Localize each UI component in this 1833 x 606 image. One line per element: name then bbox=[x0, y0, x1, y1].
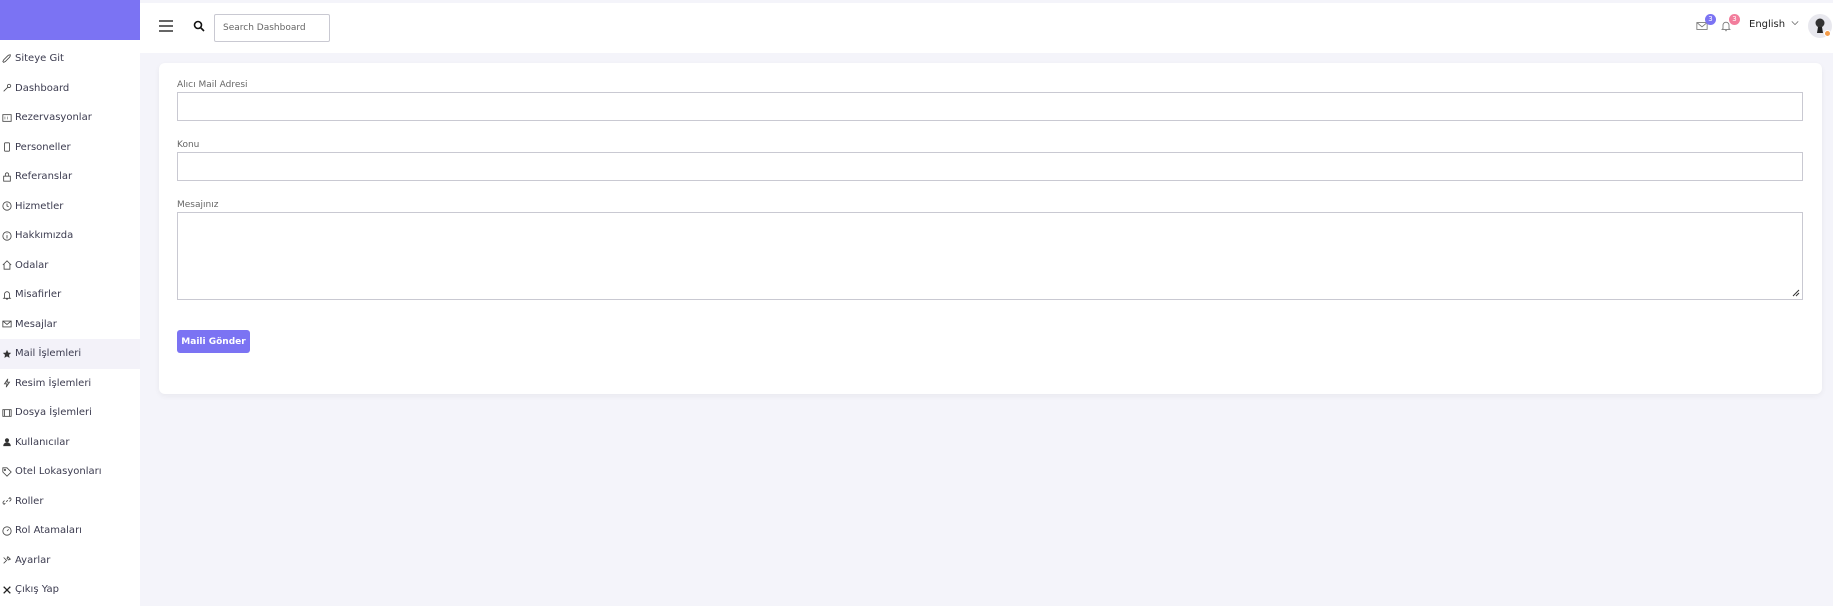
topbar: 3 3 English bbox=[140, 3, 1833, 53]
bolt-icon bbox=[1, 377, 13, 389]
sidebar-item-kullanicilar[interactable]: Kullanıcılar bbox=[0, 428, 140, 458]
message-label: Mesajınız bbox=[177, 200, 219, 210]
clock-icon bbox=[1, 200, 13, 212]
sidebar-nav: Siteye Git Dashboard Rezervasyonlar Pers… bbox=[0, 40, 140, 605]
sidebar-item-label: Mesajlar bbox=[15, 318, 57, 330]
recipient-email-input[interactable] bbox=[177, 92, 1803, 121]
sidebar-item-label: Resim İşlemleri bbox=[15, 377, 92, 389]
sidebar-item-label: Odalar bbox=[15, 259, 49, 271]
home-icon bbox=[1, 259, 13, 271]
sidebar-item-label: Mail İşlemleri bbox=[15, 348, 82, 360]
language-label: English bbox=[1749, 19, 1786, 30]
sidebar-item-odalar[interactable]: Odalar bbox=[0, 251, 140, 281]
link-icon bbox=[1, 495, 13, 507]
sidebar-item-label: Referanslar bbox=[15, 171, 73, 183]
sidebar-item-siteye-git[interactable]: Siteye Git bbox=[0, 44, 140, 74]
info-icon bbox=[1, 230, 13, 242]
message-textarea[interactable] bbox=[177, 212, 1803, 300]
sidebar-item-label: Hakkımızda bbox=[15, 230, 74, 242]
sidebar-item-dosya-islemleri[interactable]: Dosya İşlemleri bbox=[0, 398, 140, 428]
phone-icon bbox=[1, 141, 13, 153]
subject-label: Konu bbox=[177, 140, 200, 150]
sidebar-item-label: Misafirler bbox=[15, 289, 62, 301]
close-icon bbox=[1, 584, 13, 596]
sidebar-item-label: Siteye Git bbox=[15, 53, 64, 65]
lock-icon bbox=[1, 171, 13, 183]
gauge-icon bbox=[1, 525, 13, 537]
star-icon bbox=[1, 348, 13, 360]
bell-icon bbox=[1720, 21, 1732, 35]
sidebar-item-hakkimizda[interactable]: Hakkımızda bbox=[0, 221, 140, 251]
sidebar-logo[interactable] bbox=[0, 0, 140, 40]
sidebar-item-label: Dashboard bbox=[15, 82, 70, 94]
sidebar-item-label: Roller bbox=[15, 495, 44, 507]
sidebar-item-label: Ayarlar bbox=[15, 554, 51, 566]
sidebar-item-ayarlar[interactable]: Ayarlar bbox=[0, 546, 140, 576]
film-icon bbox=[1, 407, 13, 419]
sidebar-item-referanslar[interactable]: Referanslar bbox=[0, 162, 140, 192]
recipient-label: Alıcı Mail Adresi bbox=[177, 80, 248, 90]
sidebar-item-otel-lokasyonlari[interactable]: Otel Lokasyonları bbox=[0, 457, 140, 487]
sidebar-item-rol-atamalari[interactable]: Rol Atamaları bbox=[0, 516, 140, 546]
envelope-icon bbox=[1696, 22, 1708, 35]
sidebar-item-mesajlar[interactable]: Mesajlar bbox=[0, 310, 140, 340]
status-indicator bbox=[1824, 30, 1831, 37]
sidebar-item-label: Kullanıcılar bbox=[15, 436, 70, 448]
sidebar-item-label: Çıkış Yap bbox=[15, 584, 59, 596]
sidebar-item-dashboard[interactable]: Dashboard bbox=[0, 74, 140, 104]
wrench-icon bbox=[1, 554, 13, 566]
mail-form-card: Alıcı Mail Adresi Konu Mesajınız Maili G… bbox=[159, 63, 1822, 394]
notification-button[interactable]: 3 bbox=[1720, 14, 1740, 35]
mail-icon bbox=[1, 318, 13, 330]
user-icon bbox=[1, 436, 13, 448]
calendar-icon bbox=[1, 112, 13, 124]
sidebar-item-cikis-yap[interactable]: Çıkış Yap bbox=[0, 575, 140, 605]
sidebar-item-label: Rezervasyonlar bbox=[15, 112, 92, 124]
search-input[interactable] bbox=[214, 14, 330, 42]
sidebar-item-rezervasyonlar[interactable]: Rezervasyonlar bbox=[0, 103, 140, 133]
sidebar-item-resim-islemleri[interactable]: Resim İşlemleri bbox=[0, 369, 140, 399]
sidebar: Siteye Git Dashboard Rezervasyonlar Pers… bbox=[0, 0, 140, 606]
sidebar-item-label: Personeller bbox=[15, 141, 71, 153]
sidebar-item-label: Hizmetler bbox=[15, 200, 64, 212]
resize-handle-icon[interactable] bbox=[1792, 289, 1800, 297]
sidebar-item-personeller[interactable]: Personeller bbox=[0, 133, 140, 163]
chevron-down-icon bbox=[1791, 19, 1799, 30]
sidebar-item-label: Otel Lokasyonları bbox=[15, 466, 102, 478]
send-mail-button[interactable]: Maili Gönder bbox=[177, 330, 250, 353]
tools-icon bbox=[1, 82, 13, 94]
search-icon[interactable] bbox=[193, 20, 205, 32]
sidebar-item-label: Rol Atamaları bbox=[15, 525, 82, 537]
sidebar-item-roller[interactable]: Roller bbox=[0, 487, 140, 517]
subject-input[interactable] bbox=[177, 152, 1803, 181]
hamburger-menu-icon[interactable] bbox=[158, 18, 174, 34]
sidebar-item-hizmetler[interactable]: Hizmetler bbox=[0, 192, 140, 222]
mail-badge: 3 bbox=[1705, 14, 1716, 25]
bell-icon bbox=[1, 289, 13, 301]
notification-badge: 3 bbox=[1729, 14, 1740, 25]
language-selector[interactable]: English bbox=[1749, 19, 1799, 30]
rocket-icon bbox=[1, 53, 13, 65]
sidebar-item-mail-islemleri[interactable]: Mail İşlemleri bbox=[0, 339, 140, 369]
sidebar-item-misafirler[interactable]: Misafirler bbox=[0, 280, 140, 310]
tag-icon bbox=[1, 466, 13, 478]
mail-notification-button[interactable]: 3 bbox=[1696, 14, 1716, 35]
sidebar-item-label: Dosya İşlemleri bbox=[15, 407, 92, 419]
